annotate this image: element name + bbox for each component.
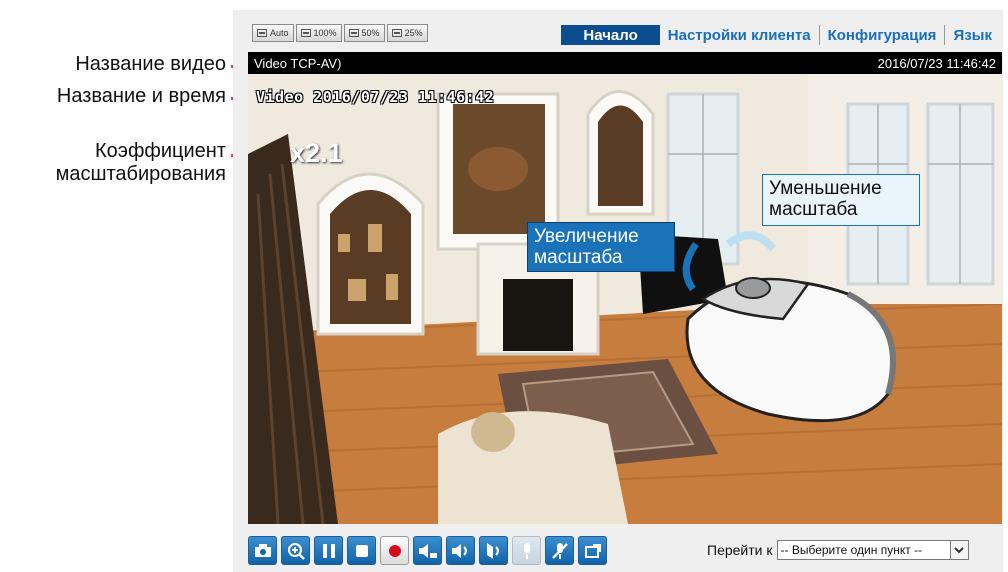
live-video-view[interactable]: Video 2016/07/23 11:46:42 x2.1 Увеличени… (248, 74, 1002, 524)
size-25-button[interactable]: 25% (386, 24, 428, 42)
size-icon (391, 29, 402, 37)
goto-control: Перейти к -- Выберите один пункт -- (707, 540, 969, 560)
room-scene (248, 74, 1002, 524)
size-icon (257, 29, 267, 37)
annotation-video-title: Название видео (75, 53, 226, 75)
zoom-out-callout: Уменьшение масштаба (762, 174, 920, 226)
stream-title: Video TCP-AV) (254, 55, 342, 71)
titlebar-timestamp: 2016/07/23 11:46:42 (877, 55, 996, 71)
annotation-zoom-factor-line2: масштабирования (55, 163, 226, 185)
speaker-icon (451, 543, 467, 558)
stop-icon (355, 544, 368, 557)
size-50-button[interactable]: 50% (343, 24, 385, 42)
goto-select[interactable]: -- Выберите один пункт -- (776, 540, 969, 560)
size-100-button[interactable]: 100% (295, 24, 342, 42)
goto-label: Перейти к (707, 542, 773, 558)
speaker-button[interactable] (446, 536, 475, 565)
nav-language[interactable]: Язык (944, 25, 1000, 45)
microphone-icon (523, 542, 530, 559)
nav-home[interactable]: Начало (561, 25, 660, 45)
size-icon (300, 29, 311, 37)
record-button[interactable] (380, 536, 409, 565)
fullscreen-icon (584, 543, 601, 558)
screenshot-stage: Название видео Название и время Коэффици… (0, 0, 1008, 572)
annotation-zoom-factor-line1: Коэффициент (94, 140, 226, 162)
stop-button[interactable] (347, 536, 376, 565)
osd-title-time: Video 2016/07/23 11:46:42 (256, 88, 495, 106)
zoom-in-callout: Увеличение масштаба (527, 222, 675, 272)
control-toolbar (248, 536, 607, 566)
zoom-in-icon (287, 542, 305, 560)
camera-icon (254, 543, 271, 557)
pause-button[interactable] (314, 536, 343, 565)
mute-mic-icon (551, 542, 568, 559)
chevron-down-icon (949, 541, 968, 559)
digital-zoom-button[interactable] (281, 536, 310, 565)
mute-mic-button[interactable] (545, 536, 574, 565)
volume-down-icon (418, 543, 437, 558)
zoom-factor-indicator: x2.1 (290, 138, 343, 168)
size-icon (348, 29, 359, 37)
talk-button[interactable] (479, 536, 508, 565)
pause-icon (322, 543, 335, 558)
video-title-bar: Video TCP-AV) 2016/07/23 11:46:42 (248, 52, 1002, 74)
size-auto-button[interactable]: Auto (252, 24, 294, 42)
top-navigation: Начало Настройки клиента Конфигурация Яз… (561, 24, 1000, 46)
volume-button[interactable] (413, 536, 442, 565)
microphone-button[interactable] (512, 536, 541, 565)
record-icon (388, 544, 401, 557)
nav-client-settings[interactable]: Настройки клиента (660, 25, 819, 45)
fullscreen-button[interactable] (578, 536, 607, 565)
snapshot-button[interactable] (248, 536, 277, 565)
talk-icon (486, 542, 499, 559)
annotation-title-time: Название и время (56, 85, 226, 107)
view-size-buttons: Auto 100% 50% 25% (252, 24, 428, 42)
nav-configuration[interactable]: Конфигурация (818, 25, 945, 45)
